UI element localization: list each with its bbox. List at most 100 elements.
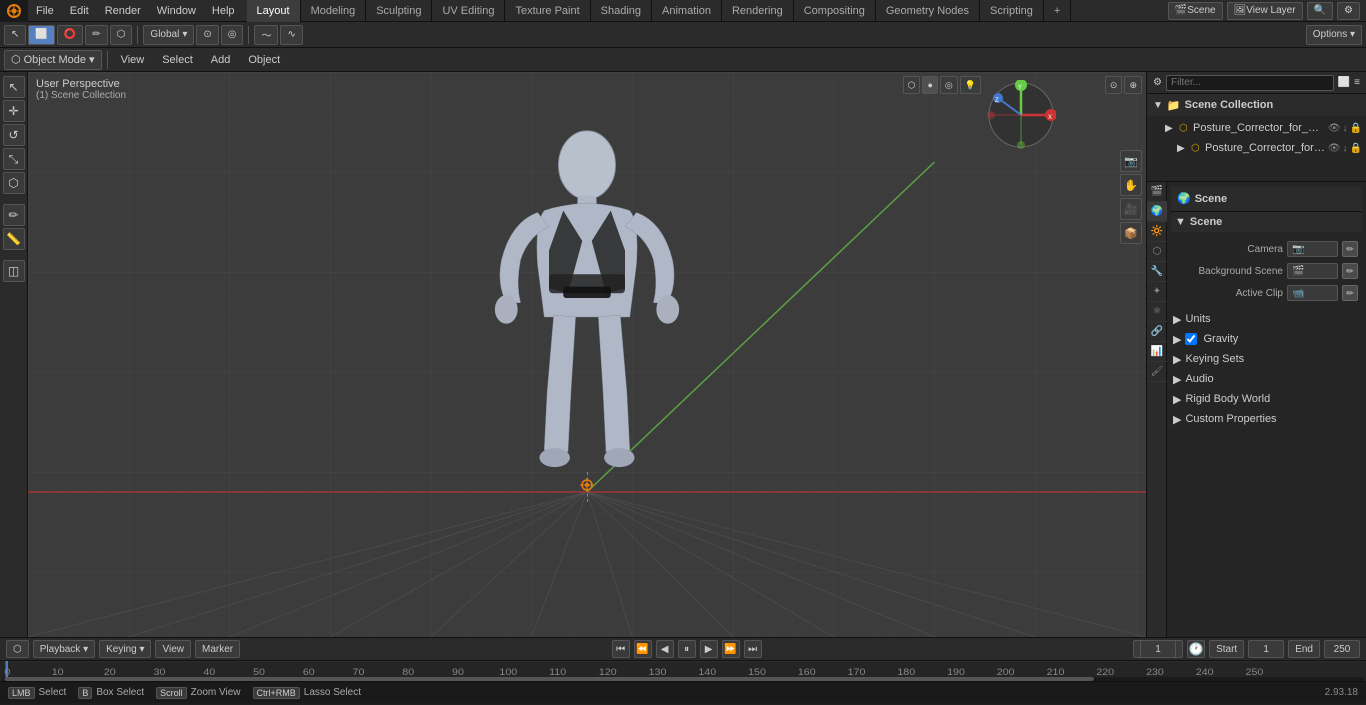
tab-compositing[interactable]: Compositing [794, 0, 876, 22]
play-reverse-btn[interactable]: ◀ [656, 640, 674, 658]
filter-btn[interactable]: ⚙ [1337, 2, 1360, 20]
start-frame-input[interactable] [1248, 640, 1284, 658]
overlay-btn[interactable]: ⊙ [1105, 76, 1123, 94]
shading-rendered[interactable]: 💡 [960, 76, 981, 94]
custom-props-section[interactable]: ▶ Custom Properties [1171, 409, 1362, 429]
jump-start-btn[interactable]: ⏮ [612, 640, 630, 658]
tab-texture-paint[interactable]: Texture Paint [505, 0, 590, 22]
item-lock-icon-0[interactable]: 🔒 [1350, 123, 1362, 134]
tool-select[interactable]: ↖ [3, 76, 25, 98]
tab-add[interactable]: + [1044, 0, 1071, 22]
prop-tab-modifier[interactable]: 🔧 [1147, 262, 1167, 282]
play-btn[interactable]: ▶ [700, 640, 718, 658]
item-lock-icon-1[interactable]: 🔒 [1350, 143, 1362, 154]
keying-sets-section[interactable]: ▶ Keying Sets [1171, 349, 1362, 369]
prop-tab-data[interactable]: 📊 [1147, 342, 1167, 362]
outliner-item-0[interactable]: ▶ ⬡ Posture_Corrector_for_Wome 👁 ↓ 🔒 [1147, 118, 1366, 138]
tab-layout[interactable]: Layout [247, 0, 301, 22]
background-scene-value[interactable]: 🎬 [1287, 263, 1338, 279]
transform-type-btn[interactable]: Global ▾ [143, 25, 194, 45]
item-visible-icon-1[interactable]: 👁 [1328, 143, 1341, 154]
select-tool-btn[interactable]: ↖ [4, 25, 26, 45]
tool-move[interactable]: ✛ [3, 100, 25, 122]
header-select[interactable]: Select [154, 50, 201, 70]
camera-pick-btn[interactable]: ✏ [1342, 241, 1358, 257]
options-btn[interactable]: Options ▾ [1306, 25, 1362, 45]
active-clip-value[interactable]: 📹 [1287, 285, 1338, 301]
tool-annotate[interactable]: ✏ [3, 204, 25, 226]
camera-value[interactable]: 📷 [1287, 241, 1338, 257]
object-mode-dropdown[interactable]: ⬡ Object Mode ▾ [4, 50, 102, 70]
scene-selector[interactable]: 🎬 Scene [1168, 2, 1223, 20]
outliner-item-1[interactable]: ▶ ⬡ Posture_Corrector_for_W 👁 ↓ 🔒 [1147, 138, 1366, 158]
current-frame-input[interactable]: 1 [1140, 640, 1176, 658]
tool-scale[interactable]: ⤡ [3, 148, 25, 170]
gravity-checkbox[interactable] [1185, 333, 1197, 345]
prop-tab-scene[interactable]: 🌍 [1147, 202, 1167, 222]
shading-solid[interactable]: ● [922, 76, 937, 94]
viewport-btn-render-cam[interactable]: 🎥 [1120, 198, 1142, 220]
timeline-menu-btn[interactable]: ⬡ [6, 640, 29, 658]
select-circle-btn[interactable]: ⭕ [57, 25, 83, 45]
tab-rendering[interactable]: Rendering [722, 0, 794, 22]
step-forward-btn[interactable]: ⏩ [722, 640, 740, 658]
units-section[interactable]: ▶ Units [1171, 309, 1362, 329]
tab-uv-editing[interactable]: UV Editing [432, 0, 505, 22]
audio-section[interactable]: ▶ Audio [1171, 369, 1362, 389]
prop-tab-constraints[interactable]: 🔗 [1147, 322, 1167, 342]
keying-btn[interactable]: Keying ▾ [99, 640, 151, 658]
navigation-gizmo[interactable]: X Y Z [986, 80, 1056, 150]
view-layer-selector[interactable]: 🖼 View Layer [1227, 2, 1303, 20]
marker-btn[interactable]: Marker [195, 640, 240, 658]
shading-material[interactable]: ◎ [940, 76, 958, 94]
shading-wireframe[interactable]: ⬡ [903, 76, 921, 94]
prop-tab-render[interactable]: 🎬 [1147, 182, 1167, 202]
viewport-3d[interactable]: User Perspective (1) Scene Collection X … [28, 72, 1146, 637]
scene-section-label[interactable]: ▼ Scene [1171, 212, 1362, 232]
gravity-section[interactable]: ▶ Gravity [1171, 329, 1362, 349]
top-search[interactable]: 🔍 [1307, 2, 1333, 20]
tab-animation[interactable]: Animation [652, 0, 722, 22]
prop-tab-physics[interactable]: ⚛ [1147, 302, 1167, 322]
select-box-btn[interactable]: ⬜ [28, 25, 54, 45]
playback-btn[interactable]: Playback ▾ [33, 640, 95, 658]
misc-btn2[interactable]: ∿ [280, 25, 302, 45]
rigid-body-section[interactable]: ▶ Rigid Body World [1171, 389, 1362, 409]
menu-file[interactable]: File [28, 0, 62, 22]
timeline-view-btn[interactable]: View [155, 640, 191, 658]
viewport-btn-hand[interactable]: ✋ [1120, 174, 1142, 196]
end-frame-input[interactable] [1324, 640, 1360, 658]
prop-tab-world[interactable]: 🔆 [1147, 222, 1167, 242]
tab-scripting[interactable]: Scripting [980, 0, 1044, 22]
gizmo-btn[interactable]: ⊕ [1124, 76, 1142, 94]
prop-tab-particles[interactable]: ✦ [1147, 282, 1167, 302]
item-select-icon-0[interactable]: ↓ [1343, 123, 1348, 134]
jump-end-btn[interactable]: ⏭ [744, 640, 762, 658]
viewport-btn-camera[interactable]: 📷 [1120, 150, 1142, 172]
snap-btn[interactable]: ⊙ [196, 25, 218, 45]
header-object[interactable]: Object [240, 50, 288, 70]
background-scene-btn[interactable]: ✏ [1342, 263, 1358, 279]
tool-rotate[interactable]: ↺ [3, 124, 25, 146]
viewport-btn-box[interactable]: 📦 [1120, 222, 1142, 244]
header-add[interactable]: Add [203, 50, 239, 70]
stop-btn[interactable]: ⏸ [678, 640, 696, 658]
active-clip-btn[interactable]: ✏ [1342, 285, 1358, 301]
header-view[interactable]: View [113, 50, 153, 70]
proportional-btn[interactable]: ◎ [221, 25, 244, 45]
tool-transform[interactable]: ⬡ [3, 172, 25, 194]
misc-btn1[interactable]: 〜 [254, 25, 278, 45]
item-visible-icon-0[interactable]: 👁 [1328, 123, 1341, 134]
prop-tab-material[interactable]: 🖌 [1147, 362, 1167, 382]
outliner-search[interactable] [1166, 75, 1334, 91]
tool-measure[interactable]: 📏 [3, 228, 25, 250]
menu-render[interactable]: Render [97, 0, 149, 22]
select-lasso-btn[interactable]: ✏ [85, 25, 107, 45]
tab-modeling[interactable]: Modeling [301, 0, 367, 22]
tab-sculpting[interactable]: Sculpting [366, 0, 432, 22]
step-back-btn[interactable]: ⏪ [634, 640, 652, 658]
item-select-icon-1[interactable]: ↓ [1343, 143, 1348, 154]
tool-add-cube[interactable]: ◫ [3, 260, 25, 282]
prop-tab-object[interactable]: ⬡ [1147, 242, 1167, 262]
select-extra-btn[interactable]: ⬡ [110, 25, 133, 45]
